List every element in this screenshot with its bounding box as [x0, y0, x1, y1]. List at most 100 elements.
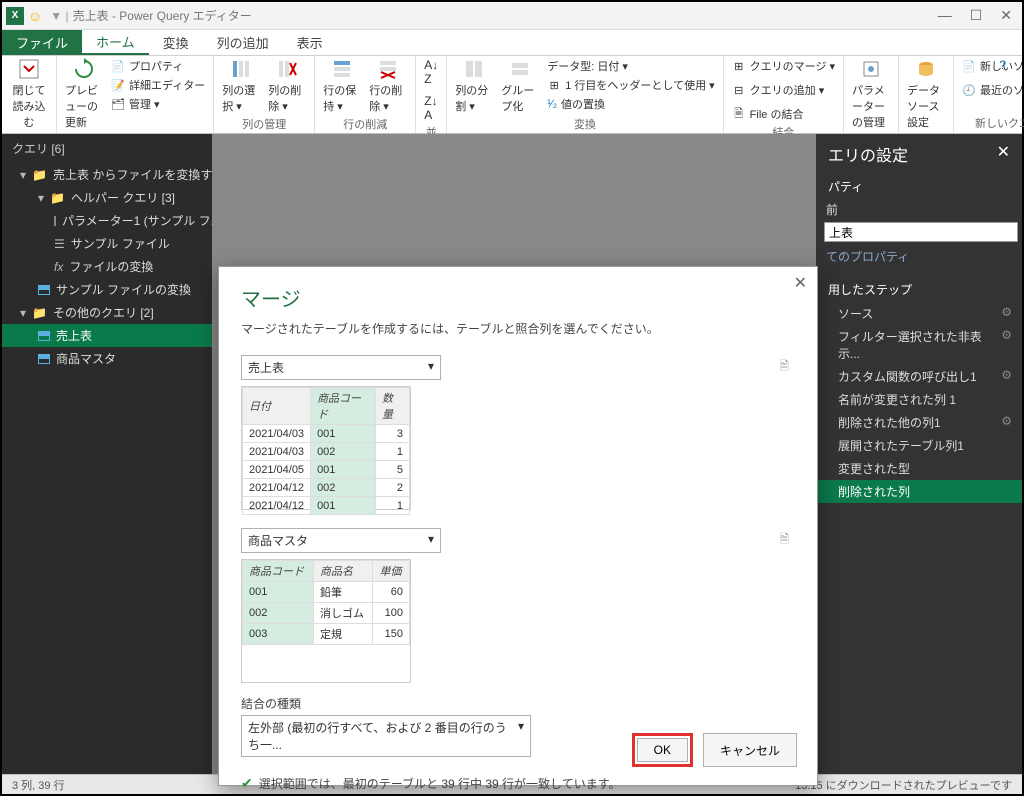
split-column-button[interactable]: 列の分割 ▾: [455, 58, 493, 114]
applied-step[interactable]: 展開されたテーブル列1: [816, 434, 1022, 457]
dialog-title: マージ: [241, 283, 795, 312]
table2-preview[interactable]: 商品コード商品名単価001鉛筆60002消しゴム100003定規150: [241, 559, 411, 683]
query-item[interactable]: 商品マスタ: [2, 347, 212, 370]
status-left: 3 列, 39 行: [12, 777, 65, 793]
help-icon[interactable]: ?: [999, 58, 1014, 72]
sheet-icon[interactable]: 🗎: [779, 530, 789, 551]
group-cols-label: 列の管理: [222, 114, 306, 132]
group-newq-label: 新しいクエリ: [962, 113, 1024, 131]
smiley-icon: ☺: [28, 8, 42, 24]
ok-button[interactable]: OK: [637, 738, 688, 762]
remove-columns-button[interactable]: 列の削除 ▾: [268, 58, 306, 114]
close-icon[interactable]: ✕: [1000, 7, 1012, 24]
gear-icon[interactable]: ⚙: [1001, 368, 1012, 385]
tab-transform[interactable]: 変換: [149, 30, 203, 55]
chevron-down-icon: ▾: [428, 532, 434, 549]
query-item[interactable]: 売上表: [2, 324, 212, 347]
dialog-description: マージされたテーブルを作成するには、テーブルと照合列を選んでください。: [241, 320, 795, 337]
queries-header: クエリ [6]: [2, 134, 212, 163]
applied-step[interactable]: フィルター選択された非表示...⚙: [816, 325, 1022, 365]
gear-icon[interactable]: ⚙: [1001, 414, 1012, 431]
query-item[interactable]: ▾ 📁 ヘルパー クエリ [3]: [2, 186, 212, 209]
query-name-input[interactable]: [824, 222, 1018, 242]
query-item[interactable]: fx ファイルの変換: [2, 255, 212, 278]
tab-addcolumn[interactable]: 列の追加: [203, 30, 283, 55]
manage-params-button[interactable]: パラメーターの管理 ▾: [852, 58, 890, 143]
remove-rows-button[interactable]: 行の削除 ▾: [369, 58, 407, 114]
manage-button[interactable]: 🗂管理 ▾: [111, 96, 205, 112]
query-item[interactable]: パラメーター1 (サンプル フ..: [2, 209, 212, 232]
all-properties-link[interactable]: てのプロパティ: [816, 244, 1022, 269]
tab-home[interactable]: ホーム: [82, 30, 149, 55]
keep-rows-button[interactable]: 行の保持 ▾: [323, 58, 361, 114]
append-queries-button[interactable]: ⊟クエリの追加 ▾: [732, 82, 825, 98]
replace-values-button[interactable]: ¹⁄₂値の置換: [547, 96, 714, 112]
close-load-button[interactable]: 閉じて読み込む: [10, 58, 48, 130]
chevron-down-icon: ▾: [428, 359, 434, 376]
queries-pane: クエリ [6] ▾ 📁 売上表 からファイルを変換す...▾ 📁 ヘルパー クエ…: [2, 134, 212, 774]
applied-steps-label: 用したステップ: [816, 277, 1022, 302]
properties-section-label: パティ: [816, 174, 1022, 199]
applied-step[interactable]: 削除された他の列1⚙: [816, 411, 1022, 434]
maximize-icon[interactable]: ☐: [970, 7, 983, 24]
table2-select[interactable]: 商品マスタ▾: [241, 528, 441, 553]
merge-dialog: ✕ マージ マージされたテーブルを作成するには、テーブルと照合列を選んでください…: [218, 266, 818, 786]
datatype-button[interactable]: データ型: 日付 ▾: [547, 58, 714, 74]
sort-desc-button[interactable]: Z↓A: [424, 94, 437, 122]
check-icon: ✔: [241, 775, 253, 792]
join-kind-label: 結合の種類: [241, 697, 301, 711]
first-row-header-button[interactable]: ⊞1 行目をヘッダーとして使用 ▾: [547, 77, 714, 93]
join-kind-select[interactable]: 左外部 (最初の行すべて、および 2 番目の行のうち一...▾: [241, 715, 531, 757]
table1-preview[interactable]: 日付商品コード数量2021/04/0300132021/04/030021202…: [241, 386, 411, 510]
query-item[interactable]: ☰ サンプル ファイル: [2, 232, 212, 255]
queries-tree: ▾ 📁 売上表 からファイルを変換す...▾ 📁 ヘルパー クエリ [3] パラ…: [2, 163, 212, 370]
cancel-button[interactable]: キャンセル: [703, 733, 797, 767]
title-bar: X ☺ ▼ | 売上表 - Power Query エディター — ☐ ✕: [2, 2, 1022, 30]
title-sep: ▼ |: [50, 9, 68, 23]
applied-steps-list: ソース⚙フィルター選択された非表示...⚙カスタム関数の呼び出し1⚙名前が変更さ…: [816, 302, 1022, 503]
tab-view[interactable]: 表示: [283, 30, 337, 55]
menu-bar: ファイル ホーム 変換 列の追加 表示 ?: [2, 30, 1022, 56]
settings-close-icon[interactable]: ✕: [997, 142, 1010, 166]
ok-highlight: OK: [632, 733, 693, 767]
dialog-close-icon[interactable]: ✕: [794, 273, 807, 293]
new-source-button[interactable]: 📄新しいソース ▾: [962, 58, 1024, 74]
refresh-label: プレビューの更新: [65, 82, 103, 130]
match-status: 選択範囲では、最初のテーブルと 39 行中 39 行が一致しています。: [259, 775, 621, 792]
tab-file[interactable]: ファイル: [2, 30, 82, 55]
minimize-icon[interactable]: —: [938, 7, 952, 24]
name-label: 前: [816, 199, 1022, 220]
group-rows-label: 行の削減: [323, 114, 407, 132]
group-transform-label: 変換: [455, 114, 714, 132]
advanced-editor-button[interactable]: 📝詳細エディター: [111, 77, 205, 93]
groupby-button[interactable]: グループ化: [501, 58, 539, 114]
query-item[interactable]: サンプル ファイルの変換: [2, 278, 212, 301]
gear-icon[interactable]: ⚙: [1001, 305, 1012, 322]
query-settings-pane: エリの設定 ✕ パティ 前 てのプロパティ 用したステップ ソース⚙フィルター選択…: [816, 134, 1022, 774]
excel-icon: X: [6, 7, 24, 25]
applied-step[interactable]: 名前が変更された列 1: [816, 388, 1022, 411]
combine-files-button[interactable]: 🗎File の結合: [732, 106, 804, 122]
close-load-label: 閉じて読み込む: [10, 82, 48, 130]
select-columns-button[interactable]: 列の選択 ▾: [222, 58, 260, 114]
ribbon: 閉じて読み込む 閉じる プレビューの更新 📄プロパティ 📝詳細エディター 🗂管理…: [2, 56, 1022, 134]
applied-step[interactable]: 変更された型: [816, 457, 1022, 480]
query-item[interactable]: ▾ 📁 その他のクエリ [2]: [2, 301, 212, 324]
applied-step[interactable]: カスタム関数の呼び出し1⚙: [816, 365, 1022, 388]
applied-step[interactable]: ソース⚙: [816, 302, 1022, 325]
query-item[interactable]: ▾ 📁 売上表 からファイルを変換す...: [2, 163, 212, 186]
table1-select[interactable]: 売上表▾: [241, 355, 441, 380]
applied-step[interactable]: 削除された列: [816, 480, 1022, 503]
status-right: 13:15 にダウンロードされたプレビューです: [795, 777, 1012, 793]
settings-title: エリの設定: [828, 142, 908, 166]
chevron-down-icon: ▾: [518, 719, 524, 753]
window-title: 売上表 - Power Query エディター: [73, 7, 252, 24]
datasource-settings-button[interactable]: データ ソース設定: [907, 58, 945, 130]
refresh-preview-button[interactable]: プレビューの更新: [65, 58, 103, 130]
merge-queries-button[interactable]: ⊞クエリのマージ ▾: [732, 58, 835, 74]
properties-button[interactable]: 📄プロパティ: [111, 58, 205, 74]
gear-icon[interactable]: ⚙: [1001, 328, 1012, 362]
sheet-icon[interactable]: 🗎: [779, 357, 789, 378]
sort-asc-button[interactable]: A↓Z: [424, 58, 438, 86]
recent-sources-button[interactable]: 🕘最近のソース ▾: [962, 82, 1024, 98]
